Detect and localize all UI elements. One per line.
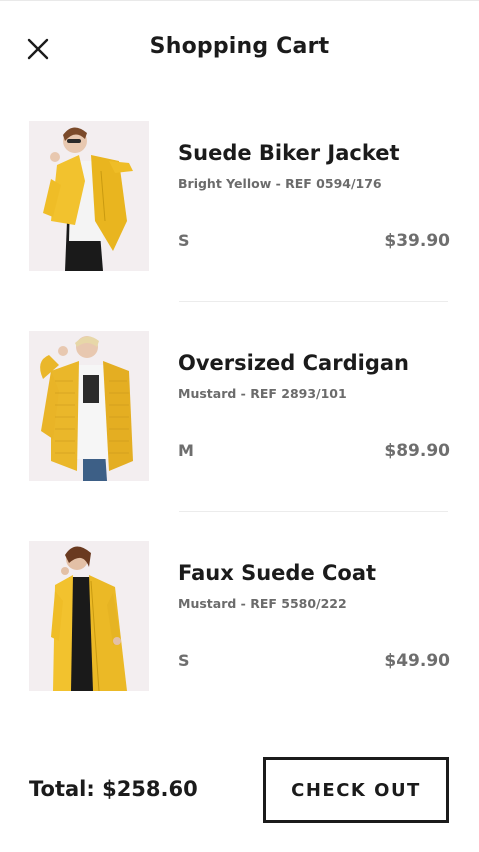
product-price: $39.90 — [384, 231, 450, 251]
cart-item[interactable]: Suede Biker Jacket Bright Yellow - REF 0… — [0, 121, 479, 271]
product-image[interactable] — [29, 541, 149, 691]
product-name[interactable]: Oversized Cardigan — [178, 351, 409, 375]
product-size: S — [178, 231, 190, 250]
cart-item[interactable]: Oversized Cardigan Mustard - REF 2893/10… — [0, 331, 479, 481]
product-ref: Mustard - REF 2893/101 — [178, 386, 347, 401]
cart-item[interactable]: Faux Suede Coat Mustard - REF 5580/222 S… — [0, 541, 479, 691]
checkout-button[interactable]: CHECK OUT — [263, 757, 449, 823]
divider — [179, 301, 448, 302]
cart-total: Total: $258.60 — [29, 777, 198, 801]
product-image[interactable] — [29, 121, 149, 271]
product-ref: Bright Yellow - REF 0594/176 — [178, 176, 382, 191]
product-size: M — [178, 441, 194, 460]
page-title: Shopping Cart — [149, 34, 330, 59]
divider — [179, 511, 448, 512]
header: Shopping Cart — [0, 0, 479, 100]
product-price: $89.90 — [384, 441, 450, 461]
product-size: S — [178, 651, 190, 670]
product-name[interactable]: Faux Suede Coat — [178, 561, 376, 585]
product-price: $49.90 — [384, 651, 450, 671]
product-name[interactable]: Suede Biker Jacket — [178, 141, 400, 165]
cart-footer: Total: $258.60 CHECK OUT — [0, 752, 479, 832]
product-ref: Mustard - REF 5580/222 — [178, 596, 347, 611]
product-image[interactable] — [29, 331, 149, 481]
